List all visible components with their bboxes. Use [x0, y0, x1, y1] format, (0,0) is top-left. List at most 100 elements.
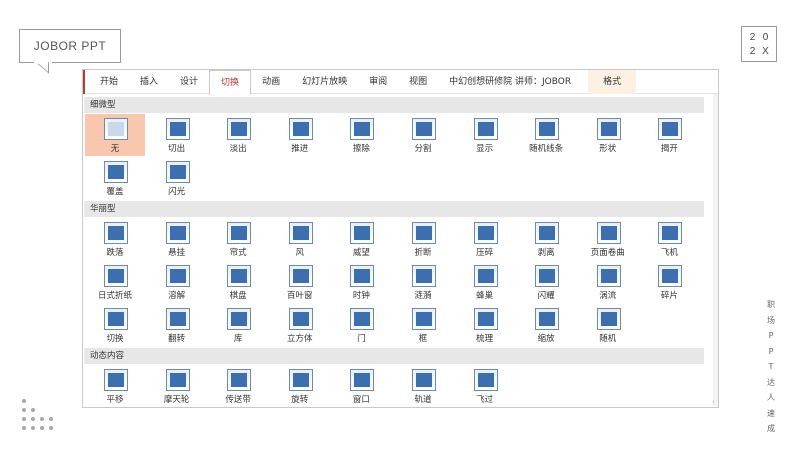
- shape-icon: [596, 118, 621, 140]
- transition-item[interactable]: 百叶窗: [270, 261, 330, 303]
- transition-item[interactable]: 折断: [393, 218, 453, 260]
- slogan-char: 职: [767, 300, 775, 309]
- crush-icon: [473, 222, 498, 244]
- none-transition-icon: [104, 118, 128, 140]
- logo-text: JOBOR PPT: [33, 39, 107, 53]
- cover-icon: [104, 161, 128, 183]
- transition-item[interactable]: 翻转: [147, 304, 207, 346]
- transition-label: 推进: [291, 144, 309, 154]
- random-bars-icon: [535, 118, 560, 140]
- transition-item[interactable]: 覆盖: [85, 157, 145, 199]
- transition-item[interactable]: 缩放: [516, 304, 576, 346]
- fracture-icon: [412, 222, 436, 244]
- transition-item[interactable]: 帘式: [208, 218, 268, 260]
- ribbon-tab[interactable]: 视图: [398, 70, 438, 94]
- transition-item[interactable]: 涟漪: [393, 261, 453, 303]
- transition-item[interactable]: 擦除: [331, 114, 391, 156]
- transition-item[interactable]: 旋转: [270, 365, 330, 406]
- ribbon-tab[interactable]: 开始: [89, 70, 129, 94]
- blinds-icon: [288, 265, 313, 287]
- transition-item[interactable]: 切出: [147, 114, 207, 156]
- transition-label: 时钟: [352, 291, 370, 301]
- transition-item[interactable]: 无: [85, 114, 145, 156]
- transition-item[interactable]: 门: [331, 304, 391, 346]
- transition-item[interactable]: 页面卷曲: [578, 218, 638, 260]
- gallery-scrollbar[interactable]: [713, 94, 718, 406]
- transition-item[interactable]: 压碎: [455, 218, 515, 260]
- slogan-char: 速: [767, 408, 775, 418]
- transition-item[interactable]: 闪耀: [516, 261, 576, 303]
- transition-item[interactable]: 剥离: [516, 218, 576, 260]
- transition-item[interactable]: 立方体: [270, 304, 330, 346]
- ribbon-tab[interactable]: 幻灯片放映: [291, 70, 358, 94]
- cut-icon: [165, 118, 190, 140]
- fly-through-icon: [473, 369, 498, 391]
- transition-label: 压碎: [476, 248, 494, 258]
- transition-item[interactable]: 风: [270, 218, 330, 260]
- transitions-panel: 开始 插入 设计 切换 动画 幻灯片放映 审阅 视图 中幻创想研修院 讲师：JOBOR 格式 细微…: [82, 69, 719, 408]
- cube-icon: [288, 308, 313, 330]
- transition-item[interactable]: 随机线条: [516, 114, 576, 156]
- transition-item[interactable]: 悬挂: [147, 218, 207, 260]
- year-digit: X: [762, 45, 769, 57]
- ribbon-tab[interactable]: 审阅: [358, 70, 398, 94]
- ribbon-tab[interactable]: 动画: [251, 70, 291, 94]
- vertical-slogan: 职场PPT达人速成: [765, 297, 777, 437]
- transition-item[interactable]: 框: [393, 304, 453, 346]
- page-curl-icon: [596, 222, 621, 244]
- transition-item[interactable]: 轨道: [393, 365, 453, 406]
- transition-label: 飞过: [476, 395, 494, 405]
- transition-item[interactable]: 棋盘: [208, 261, 268, 303]
- transition-item[interactable]: 传送带: [208, 365, 268, 406]
- transition-item[interactable]: 形状: [578, 114, 638, 156]
- transition-item[interactable]: 分割: [393, 114, 453, 156]
- transition-item[interactable]: 溶解: [147, 261, 207, 303]
- transition-item[interactable]: 飞过: [455, 365, 515, 406]
- transition-label: 跌落: [106, 248, 124, 258]
- random-icon: [596, 308, 621, 330]
- switch-icon: [104, 308, 128, 330]
- transition-item[interactable]: 摩天轮: [147, 365, 207, 406]
- ribbon-tab[interactable]: 中幻创想研修院 讲师：JOBOR: [438, 70, 582, 94]
- ribbon-tab[interactable]: 格式: [588, 69, 637, 94]
- peel-off-icon: [535, 222, 560, 244]
- ripple-icon: [412, 265, 436, 287]
- transition-label: 闪耀: [537, 291, 555, 301]
- transition-item[interactable]: 蜂巢: [455, 261, 515, 303]
- glitter-icon: [535, 265, 560, 287]
- ribbon-tab[interactable]: 设计: [169, 70, 209, 94]
- transition-item[interactable]: 梳理: [455, 304, 515, 346]
- transition-label: 立方体: [287, 334, 313, 344]
- transition-item[interactable]: 揭开: [639, 114, 699, 156]
- transition-item[interactable]: 飞机: [639, 218, 699, 260]
- transition-item[interactable]: 显示: [455, 114, 515, 156]
- transition-item[interactable]: 碎片: [639, 261, 699, 303]
- ribbon-tab[interactable]: 插入: [129, 70, 169, 94]
- transition-label: 梳理: [476, 334, 494, 344]
- box-icon: [412, 308, 436, 330]
- origami-icon: [104, 265, 128, 287]
- transition-label: 揭开: [660, 144, 678, 154]
- transition-item[interactable]: 切换: [85, 304, 145, 346]
- transition-item[interactable]: 库: [208, 304, 268, 346]
- transition-item[interactable]: 威望: [331, 218, 391, 260]
- transition-item[interactable]: 闪光: [147, 157, 207, 199]
- transition-item[interactable]: 窗口: [331, 365, 391, 406]
- transition-label: 切出: [168, 144, 186, 154]
- slogan-char: 场: [767, 315, 775, 325]
- transition-item[interactable]: 日式折纸: [85, 261, 145, 303]
- transition-item[interactable]: 随机: [578, 304, 638, 346]
- transition-item[interactable]: 时钟: [331, 261, 391, 303]
- transition-label: 闪光: [168, 187, 186, 197]
- ribbon-accent-bar: [83, 70, 85, 94]
- transition-item[interactable]: 推进: [270, 114, 330, 156]
- transition-item[interactable]: 涡流: [578, 261, 638, 303]
- transition-label: 日式折纸: [97, 291, 132, 301]
- reveal-icon: [473, 118, 498, 140]
- transition-item[interactable]: 淡出: [208, 114, 268, 156]
- ribbon-tab[interactable]: 切换: [209, 69, 252, 95]
- fall-over-icon: [104, 222, 128, 244]
- transition-item[interactable]: 跌落: [85, 218, 145, 260]
- resize-grip-icon[interactable]: ⠠: [710, 397, 715, 405]
- transition-item[interactable]: 平移: [85, 365, 145, 406]
